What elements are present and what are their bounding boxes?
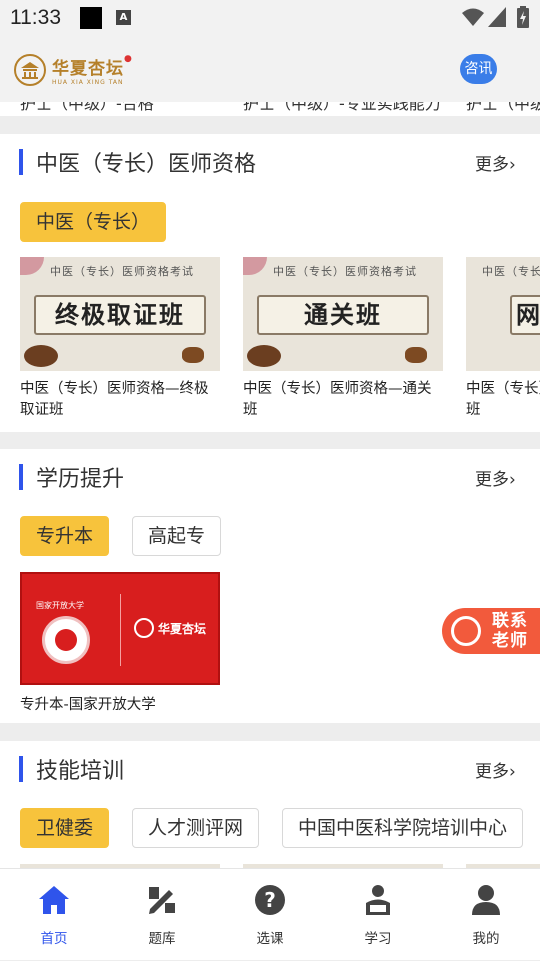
- more-link[interactable]: 更多›: [475, 465, 516, 490]
- tab-study[interactable]: 学习: [324, 869, 432, 961]
- user-icon: [472, 885, 500, 915]
- course-caption: 专升本-国家开放大学: [20, 697, 156, 713]
- course-thumbnail: 中医（专长）医师资格考试 网: [466, 257, 540, 371]
- contact-teacher-button[interactable]: 联系 老师: [442, 608, 540, 654]
- section-accent-bar: [19, 149, 23, 175]
- course-card[interactable]: 国家开放大学 华夏杏坛 专升本-国家开放大学: [20, 572, 220, 716]
- chip-health-commission[interactable]: 卫健委: [20, 808, 110, 848]
- svg-text:?: ?: [264, 888, 276, 912]
- thumb-school: 国家开放大学: [36, 601, 84, 610]
- tab-label: 选课: [256, 931, 284, 947]
- tab-courses[interactable]: ? 选课: [216, 869, 324, 961]
- course-caption: 中医（专长）医师资格—终极取证班: [20, 381, 209, 418]
- battery-icon: [517, 6, 529, 28]
- question-bank-icon: [149, 887, 175, 914]
- course-card[interactable]: 中医（专长）医师资格考试 终极取证班 中医（专长）医师资格—终极取证班: [20, 257, 220, 421]
- chevron-right-icon: ›: [509, 762, 516, 782]
- tab-label: 学习: [364, 931, 392, 947]
- course-caption: 中医（专长）医师资格—通关班: [243, 381, 432, 418]
- course-card[interactable]: 中医（专长）医师资格考试 通关班 中医（专长）医师资格—通关班: [243, 257, 443, 421]
- top-bar: 华夏杏坛● HUA XIA XING TAN 咨讯: [0, 36, 540, 102]
- a-app-icon: A: [116, 10, 131, 25]
- home-icon: [39, 886, 69, 914]
- thumb-title: 通关班: [257, 295, 429, 335]
- status-time: 11:33: [10, 6, 61, 29]
- course-card[interactable]: 中医（专长）医师资格考试 网 中医（专长）医师资格—网课班: [466, 257, 540, 421]
- chip-tcm-academy[interactable]: 中国中医科学院培训中心: [282, 808, 524, 848]
- thumb-banner: 中医（专长）医师资格考试: [273, 265, 417, 278]
- status-bar: 11:33 A: [0, 0, 540, 36]
- wifi-icon: [462, 8, 484, 26]
- section-header: 学历提升 更多›: [0, 449, 540, 505]
- brand-subtitle: HUA XIA XING TAN: [52, 79, 124, 86]
- chevron-right-icon: ›: [509, 470, 516, 490]
- tab-label: 首页: [40, 931, 68, 947]
- cut-caption: 护士（中级）-合格: [20, 102, 154, 113]
- brand-emblem-icon: [134, 618, 154, 638]
- cut-caption: 护士（中级）-专业实践能力: [243, 102, 441, 113]
- chip-upgrade[interactable]: 专升本: [20, 516, 110, 556]
- section-accent-bar: [19, 464, 23, 490]
- section-title: 技能培训: [36, 759, 125, 784]
- news-button[interactable]: 咨讯: [460, 54, 497, 84]
- more-link[interactable]: 更多›: [475, 150, 516, 175]
- tab-label: 题库: [148, 931, 176, 947]
- category-chips: 专升本 高起专: [20, 516, 222, 556]
- notification-icon: [80, 7, 102, 29]
- brand-logo: 华夏杏坛● HUA XIA XING TAN: [14, 54, 132, 86]
- category-chips: 卫健委 人才测评网 中国中医科学院培训中心: [20, 808, 524, 848]
- thumb-banner: 中医（专长）医师资格考试: [482, 265, 540, 278]
- bottom-tab-bar: 首页 题库 ? 选课 学习 我的: [0, 868, 540, 960]
- category-chips: 中医（专长）: [20, 202, 167, 242]
- course-list: 中医（专长）医师资格考试 终极取证班 中医（专长）医师资格—终极取证班 中医（专…: [20, 257, 540, 437]
- signal-icon: [488, 7, 506, 27]
- thumb-title: 网: [510, 295, 540, 335]
- brand-name: 华夏杏坛: [52, 59, 124, 79]
- headset-icon: [451, 616, 481, 646]
- thumb-title: 终极取证班: [34, 295, 206, 335]
- section-header: 中医（专长）医师资格 更多›: [0, 134, 540, 190]
- course-thumbnail: 中医（专长）医师资格考试 终极取证班: [20, 257, 220, 371]
- tab-home[interactable]: 首页: [0, 869, 108, 961]
- study-icon: [366, 885, 390, 915]
- logo-emblem-icon: [14, 54, 46, 86]
- section-accent-bar: [19, 756, 23, 782]
- thumb-brand: 华夏杏坛: [158, 621, 207, 636]
- course-thumbnail: 国家开放大学 华夏杏坛: [20, 572, 220, 685]
- section-education: 学历提升 更多› 专升本 高起专 国家开放大学 华夏杏坛 专升本-国家开放大学: [0, 449, 540, 723]
- contact-label-2: 老师: [492, 631, 528, 651]
- course-caption: 中医（专长）医师资格—网课班: [466, 381, 540, 418]
- university-logo-icon: [42, 616, 90, 664]
- section-header: 技能培训 更多›: [0, 741, 540, 797]
- contact-label-1: 联系: [492, 611, 528, 631]
- tab-question-bank[interactable]: 题库: [108, 869, 216, 961]
- tab-label: 我的: [472, 931, 500, 947]
- chip-talent-assessment[interactable]: 人才测评网: [132, 808, 260, 848]
- section-skills: 技能培训 更多› 卫健委 人才测评网 中国中医科学院培训中心: [0, 741, 540, 868]
- chevron-right-icon: ›: [509, 155, 516, 175]
- tab-mine[interactable]: 我的: [432, 869, 540, 961]
- thumb-banner: 中医（专长）医师资格考试: [50, 265, 194, 278]
- question-icon: ?: [255, 885, 285, 915]
- chip-high-school[interactable]: 高起专: [132, 516, 222, 556]
- course-thumbnail: 中医（专长）医师资格考试 通关班: [243, 257, 443, 371]
- cut-caption: 护士（中级）: [466, 102, 540, 113]
- chip-tcm[interactable]: 中医（专长）: [20, 202, 167, 242]
- section-title: 中医（专长）医师资格: [36, 152, 257, 177]
- previous-section-cut: 护士（中级）-合格 护士（中级）-专业实践能力 护士（中级）: [0, 102, 540, 116]
- more-link[interactable]: 更多›: [475, 757, 516, 782]
- section-title: 学历提升: [36, 467, 125, 492]
- section-tcm: 中医（专长）医师资格 更多› 中医（专长） 中医（专长）医师资格考试 终极取证班…: [0, 134, 540, 432]
